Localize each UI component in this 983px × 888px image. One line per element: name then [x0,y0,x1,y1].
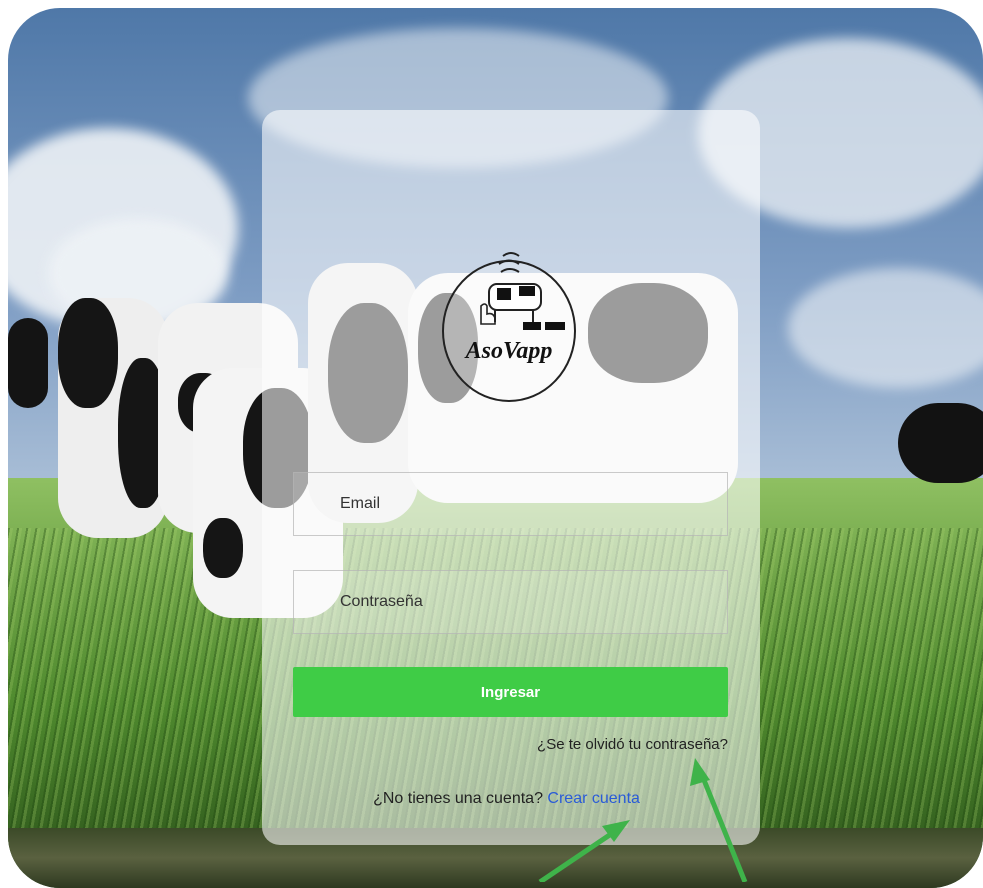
logo-text: AsoVapp [464,338,553,364]
cow [58,298,168,538]
password-placeholder: Contraseña [340,593,423,610]
cow [8,318,48,408]
cow [898,403,983,483]
logo-emblem-icon: AsoVapp [442,252,576,402]
email-placeholder: Email [340,495,381,512]
signup-row: ¿No tienes una cuenta? Crear cuenta [0,790,983,808]
login-button[interactable]: Ingresar [293,667,728,717]
cow-spot [58,298,118,408]
signup-prompt: ¿No tienes una cuenta? [373,790,543,807]
forgot-password-link[interactable]: ¿Se te olvidó tu contraseña? [537,736,728,753]
logo: AsoVapp [441,236,577,404]
create-account-link[interactable]: Crear cuenta [547,790,640,807]
cow-spot [203,518,243,578]
email-field[interactable]: Email [293,472,728,536]
password-field[interactable]: Contraseña [293,570,728,634]
